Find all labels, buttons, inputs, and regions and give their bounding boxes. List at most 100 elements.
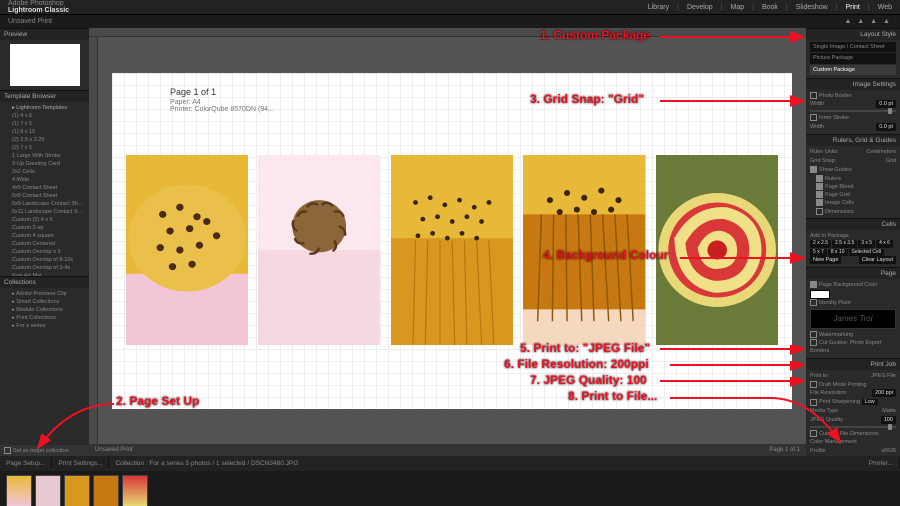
template-item[interactable]: 4 Wide xyxy=(4,176,85,184)
custom-dim-chk[interactable]: Custom File Dimensions xyxy=(819,431,879,437)
identity-plate-chk[interactable]: Identity Plate xyxy=(819,300,851,306)
template-item[interactable]: (1) 8 x 10 xyxy=(4,128,85,136)
identity-plate[interactable]: James Troi xyxy=(810,309,896,329)
template-browser-header[interactable]: Template Browser xyxy=(0,90,89,102)
template-item[interactable]: (1) 7 x 5 xyxy=(4,120,85,128)
grid-snap-val[interactable]: Grid xyxy=(886,157,896,165)
page-bg-chk[interactable]: Page Background Color xyxy=(819,282,877,288)
module-develop[interactable]: Develop xyxy=(687,4,713,11)
image-settings-header[interactable]: Image Settings xyxy=(806,78,900,90)
guide-grid[interactable]: Page Grid xyxy=(825,192,850,198)
cell-size-btn[interactable]: 4 x 6 xyxy=(876,240,893,248)
clear-layout-btn[interactable]: Clear Layout xyxy=(859,256,896,264)
template-item[interactable]: 5x11 Landscape Contact Sheet xyxy=(4,208,85,216)
collection-item[interactable]: ▸ Module Collections xyxy=(4,306,85,314)
profile-val[interactable]: sRGB xyxy=(881,447,896,455)
print-page[interactable]: Page 1 of 1 Paper: A4 Printer: ColorQube… xyxy=(112,73,792,409)
template-item[interactable]: Custom Overlap of 3-4x xyxy=(4,264,85,272)
lr-templates-group[interactable]: Lightroom Templates xyxy=(16,105,67,111)
module-map[interactable]: Map xyxy=(730,4,744,11)
page-header-section[interactable]: Page xyxy=(806,267,900,279)
photo-cell-2[interactable] xyxy=(258,155,380,345)
jpeg-q-val[interactable]: 100 xyxy=(881,416,896,424)
template-item[interactable]: Custom (2) 4 x 6 xyxy=(4,216,85,224)
watermark-chk[interactable]: Watermarking xyxy=(819,332,853,338)
template-item[interactable]: Custom Overlap x 3 xyxy=(4,248,85,256)
collections-header[interactable]: Collections xyxy=(0,276,89,288)
template-item[interactable]: (2) 2.5 x 3.25 xyxy=(4,136,85,144)
module-slideshow[interactable]: Slideshow xyxy=(796,4,828,11)
guide-rulers[interactable]: Rulers xyxy=(825,176,841,182)
module-print[interactable]: Print xyxy=(845,4,859,11)
border-width-slider[interactable] xyxy=(810,110,896,112)
template-item[interactable]: 5x8 Contact Sheet xyxy=(4,192,85,200)
photo-cell-5[interactable] xyxy=(656,155,778,345)
page-bg-swatch[interactable] xyxy=(810,290,830,299)
thumb-3[interactable] xyxy=(64,475,90,506)
cell-size-btn[interactable]: 2 x 2.5 xyxy=(810,240,831,248)
collection-item[interactable]: ▸ For a series xyxy=(4,322,85,330)
print-settings-button[interactable]: Print Settings... xyxy=(52,458,109,469)
cell-size-btn[interactable]: 8 x 10 xyxy=(828,249,848,257)
layout-single[interactable]: Single Image / Contact Sheet xyxy=(810,42,896,52)
template-item[interactable]: (2) 7 x 5 xyxy=(4,144,85,152)
template-item[interactable]: 5x9 Landscape Contact Sheet xyxy=(4,200,85,208)
thumb-1[interactable] xyxy=(6,475,32,506)
sharpen-val[interactable]: Low xyxy=(862,399,878,405)
border-width-val[interactable]: 0.0 pt xyxy=(876,100,896,108)
guide-dim[interactable]: Dimensions xyxy=(825,209,854,215)
page-setup-button[interactable]: Page Setup... xyxy=(0,458,52,469)
template-item[interactable]: Custom Overlap of 8-10x xyxy=(4,256,85,264)
template-item[interactable]: 1 Large With Stroke xyxy=(4,152,85,160)
cell-size-btn[interactable]: 2.5 x 3.5 xyxy=(832,240,857,248)
file-res-val[interactable]: 200 ppi xyxy=(872,389,896,397)
draft-mode-chk[interactable]: Draft Mode Printing xyxy=(819,382,866,388)
layout-style-header[interactable]: Layout Style xyxy=(806,28,900,40)
nav-dots[interactable]: ▲ ▲ ▲ ▲ xyxy=(844,18,892,25)
cell-size-btn[interactable]: 5 x 7 xyxy=(810,249,827,257)
template-item[interactable]: (1) 4 x 6 xyxy=(4,112,85,120)
layout-picture-package[interactable]: Picture Package xyxy=(810,53,896,63)
collection-item[interactable]: ▸ Adobe Premiere Clip xyxy=(4,290,85,298)
cells-header[interactable]: Cells xyxy=(806,218,900,230)
guide-cells[interactable]: Image Cells xyxy=(825,200,854,206)
ruler-units-val[interactable]: Centimeters xyxy=(866,148,896,156)
page-title: Page 1 of 1 xyxy=(170,87,274,97)
guide-bleed[interactable]: Page Bleed xyxy=(825,184,853,190)
print-to-val[interactable]: JPEG File xyxy=(871,372,896,380)
inner-stroke-chk[interactable]: Inner Stroke xyxy=(819,115,849,121)
new-page-btn[interactable]: New Page xyxy=(810,256,841,264)
template-item[interactable]: Custom 4 square xyxy=(4,232,85,240)
module-web[interactable]: Web xyxy=(878,4,892,11)
module-library[interactable]: Library xyxy=(648,4,669,11)
template-item[interactable]: Custom 2-up xyxy=(4,224,85,232)
collection-item[interactable]: ▸ Smart Collections xyxy=(4,298,85,306)
photo-cell-1[interactable] xyxy=(126,155,248,345)
thumb-2[interactable] xyxy=(35,475,61,506)
set-target-collection[interactable]: Set as target collection xyxy=(13,448,69,454)
inner-width-val[interactable]: 0.0 pt xyxy=(876,123,896,131)
preview-header[interactable]: Preview xyxy=(0,28,89,40)
layout-custom-package[interactable]: Custom Package xyxy=(810,65,896,75)
rulers-grid-header[interactable]: Rulers, Grid & Guides xyxy=(806,134,900,146)
cut-guides-chk[interactable]: Cut Guides: Photo Export Borders xyxy=(810,340,881,354)
photo-border-chk[interactable]: Photo Border xyxy=(819,93,851,99)
cell-size-btn[interactable]: Selected Cell xyxy=(849,249,884,257)
thumb-5[interactable] xyxy=(122,475,148,506)
collection-item[interactable]: ▸ Print Collections xyxy=(4,314,85,322)
photo-cell-4[interactable] xyxy=(523,155,645,345)
media-val[interactable]: Matte xyxy=(882,407,896,415)
template-item[interactable]: 2-Up Greeting Card xyxy=(4,160,85,168)
jpeg-q-slider[interactable] xyxy=(810,426,896,428)
module-book[interactable]: Book xyxy=(762,4,778,11)
show-guides-chk[interactable]: Show Guides xyxy=(819,167,852,173)
template-item[interactable]: 4x5 Contact Sheet xyxy=(4,184,85,192)
sharpen-chk[interactable]: Print Sharpening xyxy=(819,399,860,405)
printer-button[interactable]: Printer... xyxy=(863,458,900,469)
template-item[interactable]: 2x2 Cells xyxy=(4,168,85,176)
print-job-header[interactable]: Print Job xyxy=(806,358,900,370)
cell-size-btn[interactable]: 3 x 5 xyxy=(858,240,875,248)
template-item[interactable]: Custom Centered xyxy=(4,240,85,248)
thumb-4[interactable] xyxy=(93,475,119,506)
photo-cell-3[interactable] xyxy=(391,155,513,345)
